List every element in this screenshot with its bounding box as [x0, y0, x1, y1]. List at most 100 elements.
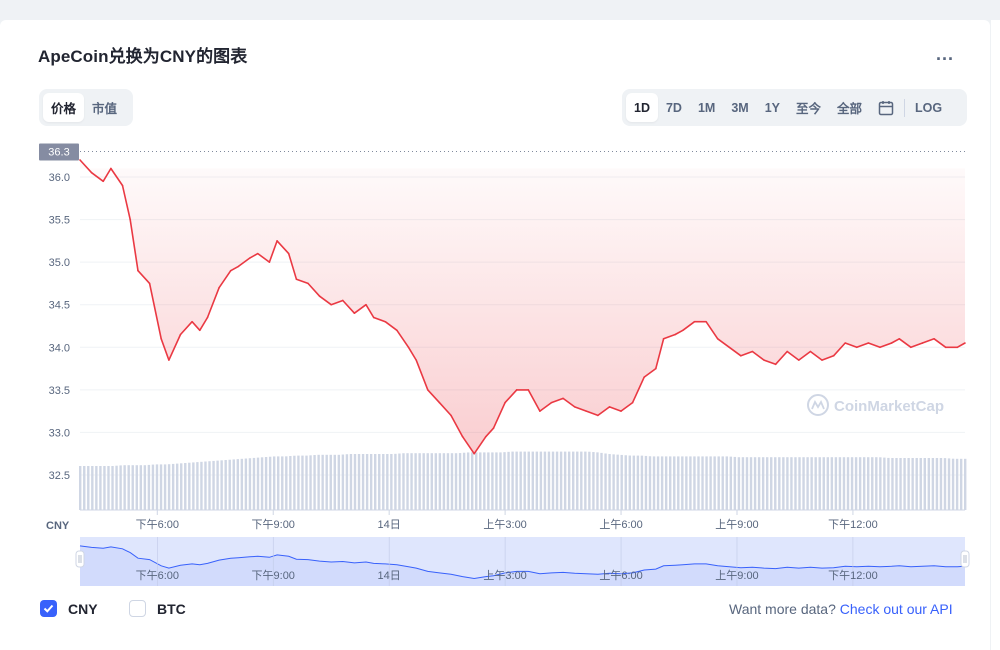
x-tick-label: 下午9:00: [252, 518, 295, 531]
volume-bar: [192, 462, 195, 510]
volume-bar: [572, 451, 575, 510]
volume-bar: [620, 454, 623, 510]
price-point: [562, 397, 564, 400]
legend-btc[interactable]: BTC: [129, 600, 186, 617]
volume-bar: [470, 452, 474, 510]
volume-bar: [798, 457, 801, 510]
volume-bar: [305, 455, 308, 510]
log-scale-button[interactable]: LOG: [907, 93, 950, 122]
volume-bar: [325, 454, 328, 510]
price-point: [643, 376, 646, 378]
volume-bar: [507, 451, 510, 510]
volume-bar: [608, 454, 611, 510]
navigator-tick-label: 下午9:00: [252, 569, 295, 582]
volume-bar: [402, 453, 405, 510]
price-point: [407, 346, 410, 349]
navigator-right-handle[interactable]: [960, 550, 970, 568]
price-point: [674, 333, 676, 336]
price-point: [573, 406, 576, 408]
price-point: [110, 167, 112, 170]
volume-bar: [309, 455, 312, 510]
legend-cny[interactable]: CNY: [40, 600, 98, 617]
volume-bar: [369, 454, 373, 510]
volume-bar: [535, 451, 539, 510]
tab-price[interactable]: 价格: [43, 93, 85, 122]
price-point: [716, 337, 719, 340]
volume-bar: [899, 458, 902, 510]
volume-bar: [83, 466, 86, 510]
range-ytd[interactable]: 至今: [788, 93, 829, 122]
range-7d[interactable]: 7D: [658, 93, 690, 122]
price-chart[interactable]: 36.0 35.5 35.0 34.5 34.0 33.5 33.0 32.5 36.3 CNY 下…: [0, 140, 990, 590]
volume-bar: [919, 458, 922, 510]
tab-market-cap[interactable]: 市值: [84, 93, 125, 122]
volume-bar: [131, 465, 134, 510]
volume-bar: [438, 453, 442, 510]
volume-bar: [329, 454, 332, 510]
volume-bar: [887, 457, 890, 510]
calendar-icon[interactable]: [870, 93, 902, 122]
volume-bar: [499, 452, 502, 510]
price-point: [450, 414, 452, 417]
volume-bar: [765, 457, 769, 510]
volume-bar: [883, 457, 886, 510]
volume-bar: [119, 465, 122, 510]
volume-bar: [341, 454, 345, 510]
volume-bar: [386, 454, 389, 510]
volume-bar: [842, 457, 846, 510]
volume-bar: [357, 454, 361, 510]
more-options-button[interactable]: ...: [936, 44, 954, 65]
volume-bar: [555, 451, 559, 510]
cny-checkbox[interactable]: [40, 600, 57, 617]
volume-bar: [91, 466, 94, 510]
price-point: [427, 389, 429, 391]
price-point: [268, 261, 271, 263]
volume-bar: [446, 453, 450, 510]
price-point: [372, 316, 375, 319]
price-point: [90, 171, 93, 174]
price-point: [608, 406, 611, 408]
price-point: [206, 316, 209, 319]
volume-bar: [951, 458, 955, 510]
volume-bar: [834, 457, 838, 510]
volume-bar: [143, 465, 147, 510]
price-point: [956, 346, 959, 349]
y-tick-label: 35.5: [49, 215, 70, 227]
api-link[interactable]: Check out our API: [840, 601, 953, 617]
price-point: [341, 299, 344, 302]
volume-bar: [733, 456, 737, 510]
navigator-tick-label: 上午6:00: [599, 569, 642, 582]
volume-bar: [272, 456, 276, 510]
volume-bar: [95, 466, 98, 510]
price-point: [910, 346, 912, 349]
volume-bar: [685, 456, 688, 510]
volume-bar: [204, 461, 207, 510]
volume-bar: [184, 463, 187, 510]
volume-bar: [778, 457, 781, 510]
volume-bar: [604, 453, 607, 510]
price-point: [160, 337, 162, 340]
price-point: [597, 414, 599, 417]
volume-bar: [721, 456, 724, 510]
volume-bar: [361, 454, 365, 510]
price-point: [129, 218, 132, 221]
volume-bar: [786, 457, 789, 510]
price-point: [821, 359, 823, 361]
range-1d[interactable]: 1D: [626, 93, 658, 122]
volume-bar: [741, 457, 745, 510]
price-point: [295, 278, 298, 280]
volume-bar: [167, 464, 171, 510]
range-1m[interactable]: 1M: [690, 93, 723, 122]
range-all[interactable]: 全部: [829, 93, 870, 122]
volume-bar: [911, 458, 914, 510]
x-tick-label: 下午12:00: [828, 518, 878, 531]
navigator-left-handle[interactable]: [75, 550, 85, 568]
range-1y[interactable]: 1Y: [757, 93, 788, 122]
y-tick-label: 33.0: [49, 427, 70, 439]
volume-bar: [378, 454, 381, 510]
price-point: [438, 401, 441, 404]
btc-checkbox[interactable]: [129, 600, 146, 617]
range-3m[interactable]: 3M: [723, 93, 756, 122]
volume-bar: [487, 452, 490, 510]
volume-bar: [588, 451, 591, 510]
